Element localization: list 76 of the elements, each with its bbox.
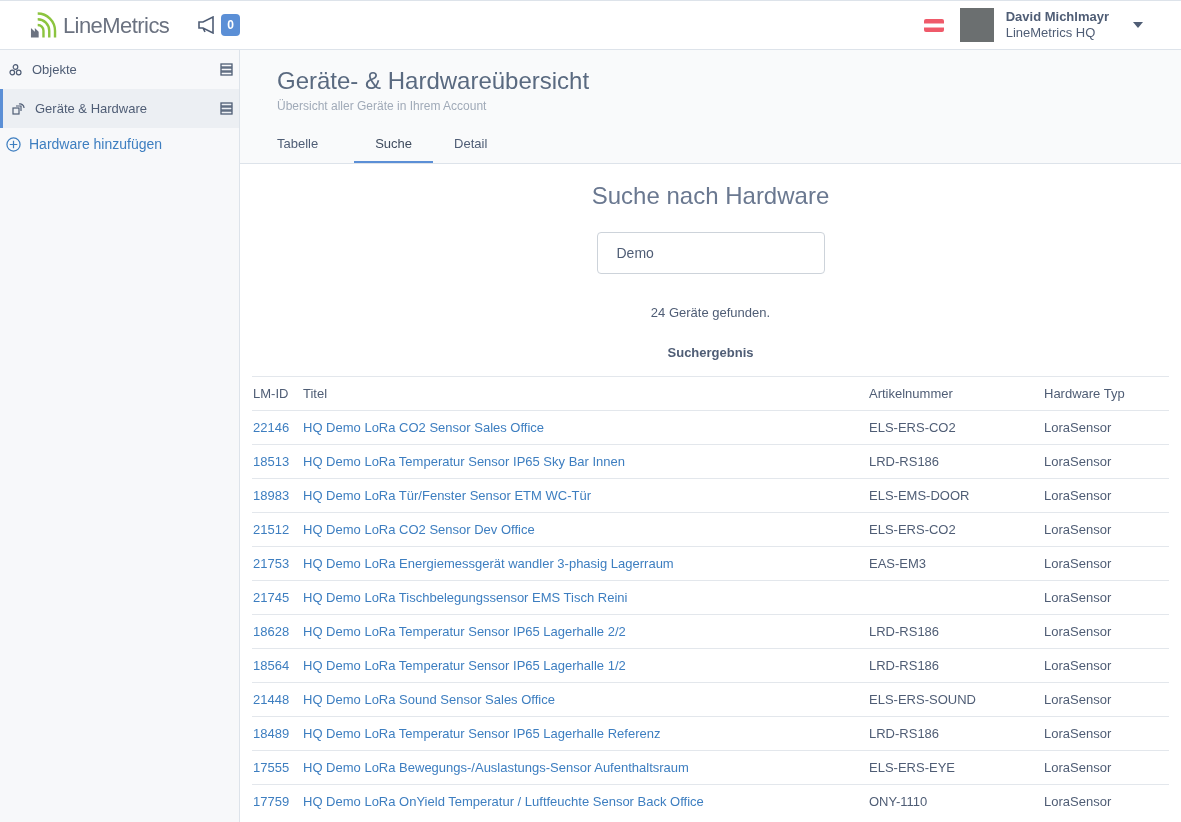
table-cell: ELS-ERS-CO2 xyxy=(868,512,1043,547)
table-cell: LoraSensor xyxy=(1043,546,1169,581)
column-header: Artikelnummer xyxy=(868,376,1043,411)
search-field[interactable]: Demo xyxy=(596,232,825,274)
table-link[interactable]: 21512 xyxy=(252,512,302,547)
table-cell: LoraSensor xyxy=(1043,478,1169,513)
tab[interactable]: Detail xyxy=(433,126,509,163)
column-header: Titel xyxy=(302,376,868,411)
table-link[interactable]: HQ Demo LoRa Tür/Fenster Sensor ETM WC-Tür xyxy=(302,478,868,513)
table-link[interactable]: 17555 xyxy=(252,750,302,785)
page-subtitle: Übersicht aller Geräte in Ihrem Account xyxy=(277,98,488,115)
table-cell: LRD-RS186 xyxy=(868,648,1043,683)
page-title: Geräte- & Hardwareübersicht xyxy=(277,66,591,95)
table-cell: LRD-RS186 xyxy=(868,614,1043,649)
table-link[interactable]: HQ Demo LoRa Sound Sensor Sales Office xyxy=(302,682,868,717)
table-cell: LRD-RS186 xyxy=(868,444,1043,479)
table-link[interactable]: 18983 xyxy=(252,478,302,513)
table-cell: ELS-EMS-DOOR xyxy=(868,478,1043,513)
table-link[interactable]: 21448 xyxy=(252,682,302,717)
table-link[interactable]: 18628 xyxy=(252,614,302,649)
tab[interactable]: Tabelle xyxy=(277,126,355,163)
table-cell: ELS-ERS-SOUND xyxy=(868,682,1043,717)
column-header: LM-ID xyxy=(252,376,302,411)
table-link[interactable]: HQ Demo LoRa Tischbelegungssensor EMS Tisch Reini xyxy=(302,580,868,615)
flag-icon xyxy=(923,18,944,32)
table-cell: LoraSensor xyxy=(1043,648,1169,683)
add-hardware-link[interactable]: Hardware hinzufügen xyxy=(0,128,239,160)
table-link[interactable]: HQ Demo LoRa Temperatur Sensor IP65 Lagerhalle Referenz xyxy=(302,716,868,751)
table-link[interactable]: HQ Demo LoRa OnYield Temperatur / Luftfeuchte Sensor Back Office xyxy=(302,784,868,819)
table-link[interactable]: 21745 xyxy=(252,580,302,615)
user-name: David Michlmayr xyxy=(1005,9,1109,25)
table-cell: LoraSensor xyxy=(1043,444,1169,479)
user-organization: LineMetrics HQ xyxy=(1005,25,1097,41)
logo-text: LineMetrics xyxy=(62,11,170,40)
caret-icon[interactable] xyxy=(1133,22,1143,28)
table-cell: LoraSensor xyxy=(1043,580,1169,615)
table-link[interactable]: HQ Demo LoRa Energiemessgerät wandler 3-phasig Lagerraum xyxy=(302,546,868,581)
table-cell: LoraSensor xyxy=(1043,682,1169,717)
table-cell: ELS-ERS-CO2 xyxy=(868,410,1043,445)
list-icon[interactable] xyxy=(220,102,233,115)
table-link[interactable]: 18513 xyxy=(252,444,302,479)
table-cell: LoraSensor xyxy=(1043,614,1169,649)
list-icon[interactable] xyxy=(220,63,233,76)
result-count: 24 Geräte gefunden. xyxy=(650,304,771,322)
table-cell: ELS-ERS-EYE xyxy=(868,750,1043,785)
tab[interactable]: Suche xyxy=(354,126,434,163)
table-link[interactable]: HQ Demo LoRa Bewegungs-/Auslastungs-Sensor Aufenthaltsraum xyxy=(302,750,868,785)
table-cell: LRD-RS186 xyxy=(868,716,1043,751)
table-cell: LoraSensor xyxy=(1043,716,1169,751)
table-cell: ONY-1110 xyxy=(868,784,1043,819)
table-link[interactable]: HQ Demo LoRa CO2 Sensor Dev Office xyxy=(302,512,868,547)
sidebar-item[interactable]: Objekte xyxy=(0,50,239,89)
table-cell: LoraSensor xyxy=(1043,750,1169,785)
table-link[interactable]: 22146 xyxy=(252,410,302,445)
add-icon xyxy=(6,136,21,152)
table-link[interactable]: 18564 xyxy=(252,648,302,683)
table-cell: EAS-EM3 xyxy=(868,546,1043,581)
cubes-icon xyxy=(9,63,22,76)
table-link[interactable]: HQ Demo LoRa CO2 Sensor Sales Office xyxy=(302,410,868,445)
table-link[interactable]: 17759 xyxy=(252,784,302,819)
sidebar-item[interactable]: Geräte & Hardware xyxy=(0,89,239,128)
result-heading: Suchergebnis xyxy=(667,343,754,362)
devices-icon xyxy=(12,102,25,115)
table-link[interactable]: HQ Demo LoRa Temperatur Sensor IP65 Lagerhalle 2/2 xyxy=(302,614,868,649)
table-link[interactable]: HQ Demo LoRa Temperatur Sensor IP65 Sky Bar Innen xyxy=(302,444,868,479)
table-link[interactable]: HQ Demo LoRa Temperatur Sensor IP65 Lagerhalle 1/2 xyxy=(302,648,868,683)
table-cell: LoraSensor xyxy=(1043,512,1169,547)
table-cell: LoraSensor xyxy=(1043,784,1169,819)
table-link[interactable]: 18489 xyxy=(252,716,302,751)
notification-count: 0 xyxy=(221,14,240,36)
column-header: Hardware Typ xyxy=(1043,376,1169,411)
search-heading: Suche nach Hardware xyxy=(591,181,830,211)
table-cell: LoraSensor xyxy=(1043,410,1169,445)
table-link[interactable]: 21753 xyxy=(252,546,302,581)
avatar-photo xyxy=(959,8,994,42)
logo-icon xyxy=(30,11,59,39)
